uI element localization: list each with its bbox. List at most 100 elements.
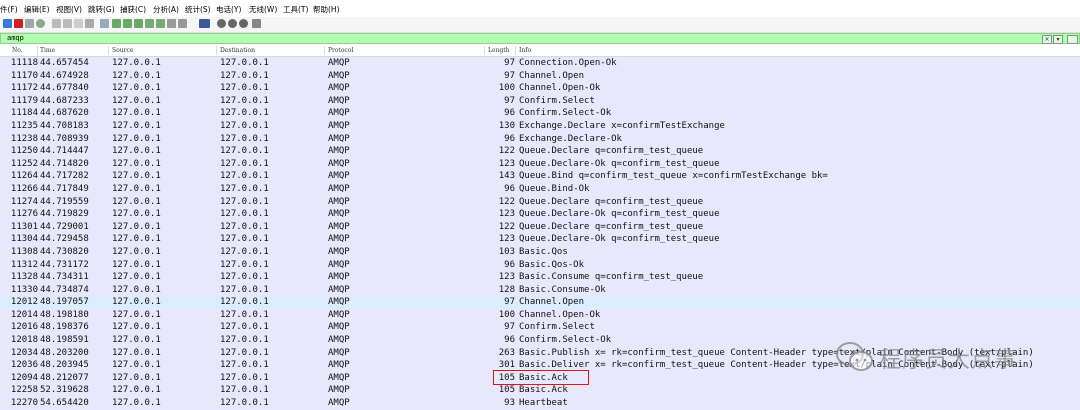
table-row[interactable]: 12258 52.319628 127.0.0.1 127.0.0.1 AMQP 105 B… — [0, 384, 1080, 398]
table-row[interactable]: 11172 44.677840 127.0.0.1 127.0.0.1 AMQP 100 C… — [0, 82, 1080, 95]
menu-item[interactable]: 件(F) — [0, 4, 18, 15]
table-row[interactable]: 11238 44.708939 127.0.0.1 127.0.0.1 AMQP 96 Ex… — [0, 132, 1080, 146]
shark-fin-start-icon[interactable] — [3, 19, 12, 28]
menu-item[interactable]: 无线(W) — [249, 4, 277, 15]
table-row[interactable]: 11308 44.730820 127.0.0.1 127.0.0.1 AMQP 103 B… — [0, 245, 1080, 259]
table-row[interactable]: 11328 44.734311 127.0.0.1 127.0.0.1 AMQP 123 B… — [0, 271, 1080, 284]
restart-capture-icon[interactable] — [25, 19, 34, 28]
stop-capture-icon[interactable] — [14, 19, 23, 28]
display-filter-bar[interactable]: amqp × ▾ — [0, 33, 1080, 44]
table-row[interactable]: 11264 44.717282 127.0.0.1 127.0.0.1 AMQP 143 Q… — [0, 170, 1080, 183]
packet-info: Connection.Open-Ok — [519, 58, 617, 68]
close-file-icon[interactable] — [74, 19, 83, 28]
table-row[interactable]: 11118 44.657454 127.0.0.1 127.0.0.1 AMQP 97 Co… — [0, 57, 1080, 70]
packet-number: 12094 — [10, 372, 38, 383]
packet-length: 97 — [504, 70, 515, 81]
reload-icon[interactable] — [85, 19, 94, 28]
packet-info: Channel.Open-Ok — [519, 309, 601, 320]
menu-item[interactable]: 电话(Y) — [216, 4, 241, 15]
column-no[interactable]: No. — [12, 47, 23, 54]
table-row[interactable]: 11301 44.729001 127.0.0.1 127.0.0.1 AMQP 122 Q… — [0, 220, 1080, 234]
packet-destination: 127.0.0.1 — [220, 309, 269, 320]
packet-list-header: No. Time Source Destination Protocol Len… — [0, 45, 1080, 57]
column-separator[interactable] — [515, 46, 516, 55]
table-row[interactable]: 11179 44.687233 127.0.0.1 127.0.0.1 AMQP 97 Co… — [0, 94, 1080, 108]
table-row[interactable]: 11274 44.719559 127.0.0.1 127.0.0.1 AMQP 122 Q… — [0, 195, 1080, 209]
table-row[interactable]: 11235 44.708183 127.0.0.1 127.0.0.1 AMQP 130 E… — [0, 119, 1080, 133]
packet-length: 122 — [498, 221, 515, 232]
menu-item[interactable]: 跳转(G) — [88, 4, 115, 15]
column-source[interactable]: Source — [112, 47, 133, 54]
zoom-in-icon[interactable] — [217, 19, 226, 28]
packet-protocol: AMQP — [328, 171, 350, 182]
apply-filter-icon[interactable] — [1067, 35, 1078, 44]
column-separator[interactable] — [37, 46, 38, 55]
column-info[interactable]: Info — [519, 47, 531, 54]
menu-item[interactable]: 视图(V) — [56, 4, 82, 15]
packet-destination: 127.0.0.1 — [220, 196, 269, 207]
table-row[interactable]: 12016 48.198376 127.0.0.1 127.0.0.1 AMQP 97 Co… — [0, 321, 1080, 335]
autoscroll-icon[interactable] — [167, 19, 176, 28]
colorize-icon[interactable] — [178, 19, 187, 28]
packet-protocol: AMQP — [328, 83, 350, 94]
column-length[interactable]: Length — [488, 47, 510, 54]
table-row[interactable]: 11276 44.719829 127.0.0.1 127.0.0.1 AMQP 123 Q… — [0, 208, 1080, 221]
table-row[interactable]: 11304 44.729458 127.0.0.1 127.0.0.1 AMQP 123 Q… — [0, 233, 1080, 246]
table-row[interactable]: 11250 44.714447 127.0.0.1 127.0.0.1 AMQP 122 Q… — [0, 145, 1080, 158]
column-separator[interactable] — [108, 46, 109, 55]
column-separator[interactable] — [216, 46, 217, 55]
table-row[interactable]: 11312 44.731172 127.0.0.1 127.0.0.1 AMQP 96 Ba… — [0, 258, 1080, 272]
table-row[interactable]: 11170 44.674928 127.0.0.1 127.0.0.1 AMQP 97 Ch… — [0, 69, 1080, 83]
packet-length: 96 — [504, 183, 515, 194]
resize-columns-icon[interactable] — [252, 19, 261, 28]
menu-item[interactable]: 编辑(E) — [24, 4, 50, 15]
main-toolbar — [0, 17, 1080, 33]
normal-size-icon[interactable] — [239, 19, 248, 28]
packet-length: 143 — [498, 171, 515, 182]
packet-time: 44.717282 — [40, 171, 89, 182]
menu-item[interactable]: 统计(S) — [185, 4, 211, 15]
go-first-icon[interactable] — [145, 19, 154, 28]
go-forward-icon[interactable] — [123, 19, 132, 28]
column-destination[interactable]: Destination — [220, 47, 255, 54]
clear-filter-icon[interactable]: × — [1042, 35, 1052, 44]
save-file-icon[interactable] — [63, 19, 72, 28]
find-packet-icon[interactable] — [100, 19, 109, 28]
column-separator[interactable] — [484, 46, 485, 55]
filter-input[interactable]: amqp — [7, 34, 24, 42]
packet-number: 11328 — [10, 272, 38, 283]
table-row[interactable]: 11330 44.734874 127.0.0.1 127.0.0.1 AMQP 128 B… — [0, 283, 1080, 297]
packet-destination: 127.0.0.1 — [220, 398, 269, 409]
column-protocol[interactable]: Protocol — [328, 47, 353, 54]
packet-destination: 127.0.0.1 — [220, 171, 269, 182]
menu-item[interactable]: 分析(A) — [153, 4, 179, 15]
filter-dropdown-icon[interactable]: ▾ — [1053, 35, 1063, 44]
zoom-out-icon[interactable] — [228, 19, 237, 28]
open-file-icon[interactable] — [52, 19, 61, 28]
menu-item[interactable]: 帮助(H) — [313, 4, 340, 15]
packet-source: 127.0.0.1 — [112, 58, 161, 68]
table-row[interactable]: 11266 44.717849 127.0.0.1 127.0.0.1 AMQP 96 Qu… — [0, 182, 1080, 196]
packet-list-icon[interactable] — [199, 19, 210, 28]
go-to-packet-icon[interactable] — [134, 19, 143, 28]
menu-item[interactable]: 捕获(C) — [120, 4, 146, 15]
packet-protocol: AMQP — [328, 347, 350, 358]
table-row[interactable]: 12012 48.197057 127.0.0.1 127.0.0.1 AMQP 97 Ch… — [0, 296, 1080, 309]
capture-options-icon[interactable] — [36, 19, 45, 28]
go-back-icon[interactable] — [112, 19, 121, 28]
packet-number: 11308 — [10, 246, 38, 257]
packet-source: 127.0.0.1 — [112, 372, 161, 383]
packet-destination: 127.0.0.1 — [220, 347, 269, 358]
table-row[interactable]: 12270 54.654420 127.0.0.1 127.0.0.1 AMQP 93 He… — [0, 397, 1080, 410]
column-separator[interactable] — [324, 46, 325, 55]
menu-item[interactable]: 工具(T) — [283, 4, 308, 15]
packet-protocol: AMQP — [328, 360, 350, 371]
table-row[interactable]: 12014 48.198180 127.0.0.1 127.0.0.1 AMQP 100 C… — [0, 308, 1080, 322]
table-row[interactable]: 11252 44.714820 127.0.0.1 127.0.0.1 AMQP 123 Q… — [0, 157, 1080, 171]
packet-protocol: AMQP — [328, 95, 350, 106]
go-last-icon[interactable] — [156, 19, 165, 28]
column-time[interactable]: Time — [40, 47, 55, 54]
packet-destination: 127.0.0.1 — [220, 209, 269, 220]
packet-number: 11184 — [10, 108, 38, 119]
table-row[interactable]: 11184 44.687620 127.0.0.1 127.0.0.1 AMQP 96 Co… — [0, 107, 1080, 120]
